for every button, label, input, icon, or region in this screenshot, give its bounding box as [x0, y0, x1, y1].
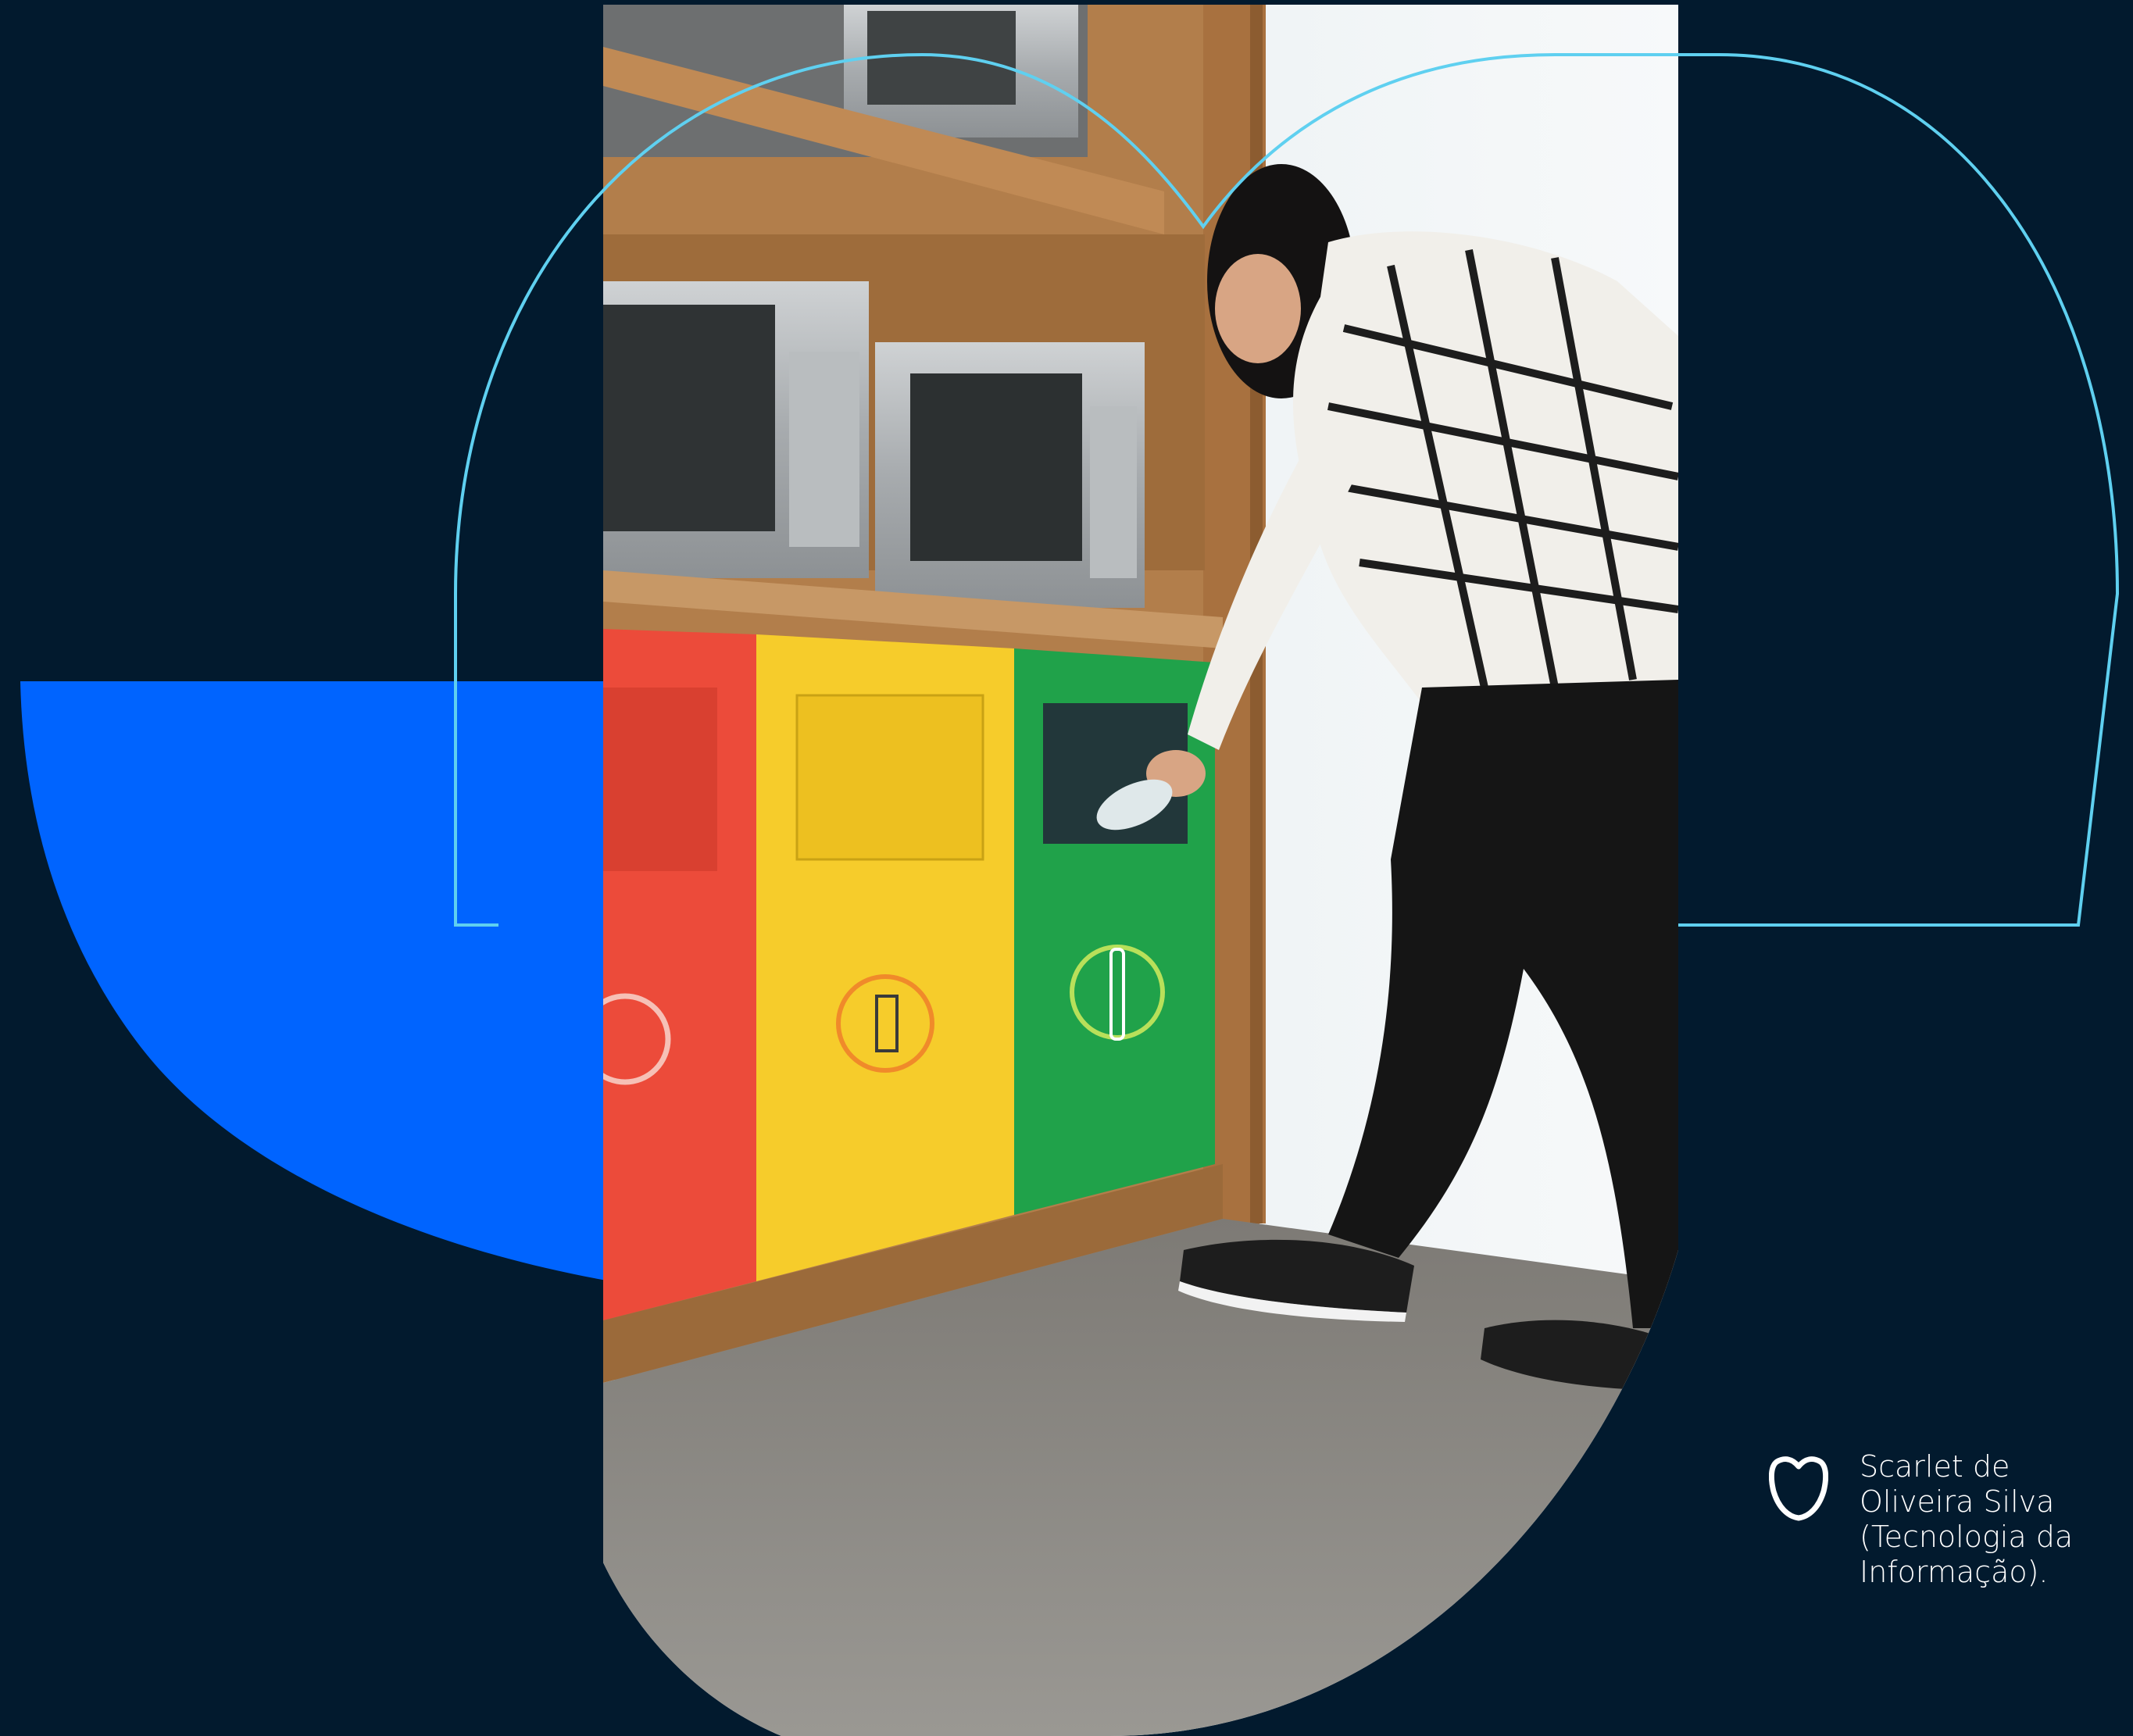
caption-line-3: (Tecnologia da — [1860, 1520, 2074, 1554]
caption-line-2: Oliveira Silva — [1860, 1484, 2055, 1519]
caption-text: Scarlet de Oliveira Silva (Tecnologia da… — [1860, 1449, 2094, 1590]
heart-shield-icon — [1769, 1456, 1828, 1521]
caption-line-1: Scarlet de — [1860, 1449, 2010, 1484]
caption-line-4: Informação). — [1860, 1555, 2049, 1589]
photo — [603, 5, 1678, 1736]
photo-caption: Scarlet de Oliveira Silva (Tecnologia da… — [1769, 1449, 2094, 1590]
